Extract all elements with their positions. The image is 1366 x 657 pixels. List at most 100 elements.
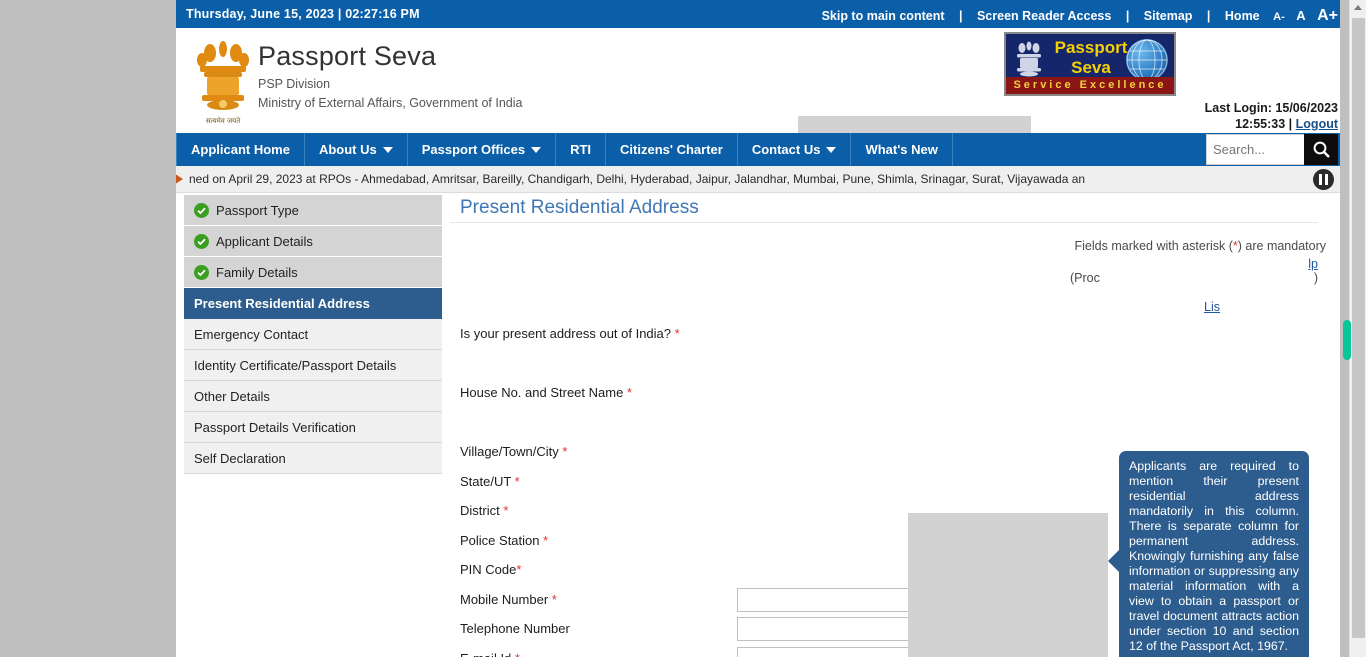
nav-item-what-s-new[interactable]: What's New [851,133,953,166]
font-size-normal-button[interactable]: A [1296,8,1305,23]
search-button[interactable] [1304,134,1338,165]
browser-scrollbar[interactable] [1349,0,1366,657]
national-emblem-icon: सत्यमेव जयते [192,36,254,128]
screen-reader-access-link[interactable]: Screen Reader Access [977,9,1111,23]
required-asterisk: * [548,591,557,607]
field-label-text: House No. and Street Name [460,385,624,400]
check-circle-icon [194,264,209,280]
field-label: Is your present address out of India? * [460,326,680,341]
nav-item-about-us[interactable]: About Us [305,133,408,166]
nav-item-label: Applicant Home [191,142,290,157]
nav-item-label: What's New [865,142,938,157]
input-e-mail-id[interactable] [737,646,921,657]
form-row [460,352,1328,382]
sidebar-item-other-details[interactable]: Other Details [184,381,442,412]
nav-item-label: About Us [318,142,377,157]
sidebar-item-label: Self Declaration [194,450,286,466]
logo-wordmark-line1: Passport [1054,38,1128,57]
field-label-text: E-mail Id [460,651,511,657]
logo-wordmark-line2: Seva [1071,58,1111,77]
top-utility-bar: Thursday, June 15, 2023 | 02:27:16 PM Sk… [176,0,1340,28]
field-label: State/UT * [460,474,520,489]
passport-seva-logo: सत्यमेव Passport Seva [1004,32,1176,96]
nav-item-applicant-home[interactable]: Applicant Home [176,133,305,166]
main-navigation: Applicant Home About Us Passport Offices RT… [176,133,1340,166]
sidebar-item-present-residential-address[interactable]: Present Residential Address [184,288,442,319]
logout-link[interactable]: Logout [1296,117,1338,131]
required-asterisk: * [511,651,520,657]
skip-to-main-content-link[interactable]: Skip to main content [822,9,945,23]
nav-item-label: RTI [570,142,592,157]
last-login-time: 12:55:33 [1235,117,1286,131]
nav-item-label: Contact Us [751,142,821,157]
mandatory-note-prefix: Fields marked with asterisk ( [1074,239,1233,253]
page-container: Thursday, June 15, 2023 | 02:27:16 PM Sk… [176,0,1340,657]
field-label: E-mail Id * [460,651,520,657]
search-box [1206,134,1338,165]
field-label-text: PIN Code [460,562,517,577]
masthead: सत्यमेव जयते Passport Seva PSP Division … [176,28,1340,138]
logo-wordmark: Passport Seva [1052,38,1130,78]
sidebar-item-passport-type[interactable]: Passport Type [184,195,442,226]
sidebar-item-label: Passport Details Verification [194,419,356,435]
field-label-text: Village/Town/City [460,444,559,459]
required-asterisk: * [558,444,568,459]
font-size-decrease-button[interactable]: A- [1273,11,1285,23]
sidebar-item-self-declaration[interactable]: Self Declaration [184,443,442,474]
ticker-pause-button[interactable] [1313,169,1334,190]
form-step-sidebar: Passport Type Applicant Details Family Det… [184,195,442,474]
scroll-up-arrow-icon[interactable] [1354,5,1362,10]
form-row: Is your present address out of India? * [460,322,1328,352]
sidebar-item-label: Present Residential Address [194,295,370,311]
separator: | [1288,117,1293,131]
brand-block: Passport Seva PSP Division Ministry of E… [258,40,522,111]
nav-item-passport-offices[interactable]: Passport Offices [408,133,557,166]
sidebar-item-applicant-details[interactable]: Applicant Details [184,226,442,257]
current-datetime: Thursday, June 15, 2023 | 02:27:16 PM [186,7,420,21]
sidebar-item-family-details[interactable]: Family Details [184,257,442,288]
pause-icon-bar [1325,174,1328,185]
play-arrow-icon [176,172,183,186]
process-note-left: (Proc [1069,271,1100,285]
font-size-increase-button[interactable]: A+ [1317,7,1338,25]
sidebar-item-label: Emergency Contact [194,326,309,342]
mandatory-note-suffix: ) are mandatory [1237,239,1326,253]
input-telephone-number[interactable] [737,617,921,641]
nav-item-contact-us[interactable]: Contact Us [738,133,852,166]
sidebar-item-emergency-contact[interactable]: Emergency Contact [184,319,442,350]
required-asterisk: * [516,562,522,577]
content-area: Passport Type Applicant Details Family Det… [176,193,1340,657]
home-link[interactable]: Home [1225,9,1260,23]
search-input[interactable] [1206,134,1304,165]
mandatory-fields-note: Fields marked with asterisk (*) are mand… [1075,239,1326,253]
nav-item-label: Citizens' Charter [620,142,723,157]
list-link[interactable]: Lis [1204,300,1220,314]
sidebar-item-label: Family Details [216,264,298,280]
required-asterisk: * [499,503,509,518]
nav-item-citizens-charter[interactable]: Citizens' Charter [606,133,738,166]
nav-item-rti[interactable]: RTI [556,133,607,166]
chevron-down-icon [382,146,393,153]
separator: | [1206,9,1211,23]
process-note-right: ) [1313,271,1318,285]
last-login-date: Last Login: 15/06/2023 [1204,101,1338,115]
ticker-text[interactable]: ned on April 29, 2023 at RPOs - Ahmedaba… [189,172,1085,186]
title-divider [450,222,1318,223]
masked-region-form-inputs [908,513,1108,657]
field-label: PIN Code* [460,562,521,577]
browser-viewport: Thursday, June 15, 2023 | 02:27:16 PM Sk… [0,0,1366,657]
field-label: District * [460,503,508,518]
sidebar-item-label: Other Details [194,388,270,404]
utility-links: Skip to main content | Screen Reader Acc… [820,7,1338,25]
sidebar-item-identity-certificate-passport-details[interactable]: Identity Certificate/Passport Details [184,350,442,381]
help-link[interactable]: lp [1308,257,1318,271]
sidebar-item-label: Applicant Details [216,233,313,249]
sitemap-link[interactable]: Sitemap [1144,9,1193,23]
field-label-text: District [460,503,500,518]
field-label-text: Police Station [460,532,540,548]
page-scrollbar-thumb[interactable] [1343,320,1351,360]
sidebar-item-passport-details-verification[interactable]: Passport Details Verification [184,412,442,443]
input-mobile-number[interactable] [737,587,921,612]
scrollbar-thumb[interactable] [1352,18,1365,638]
site-title: Passport Seva [258,41,437,71]
